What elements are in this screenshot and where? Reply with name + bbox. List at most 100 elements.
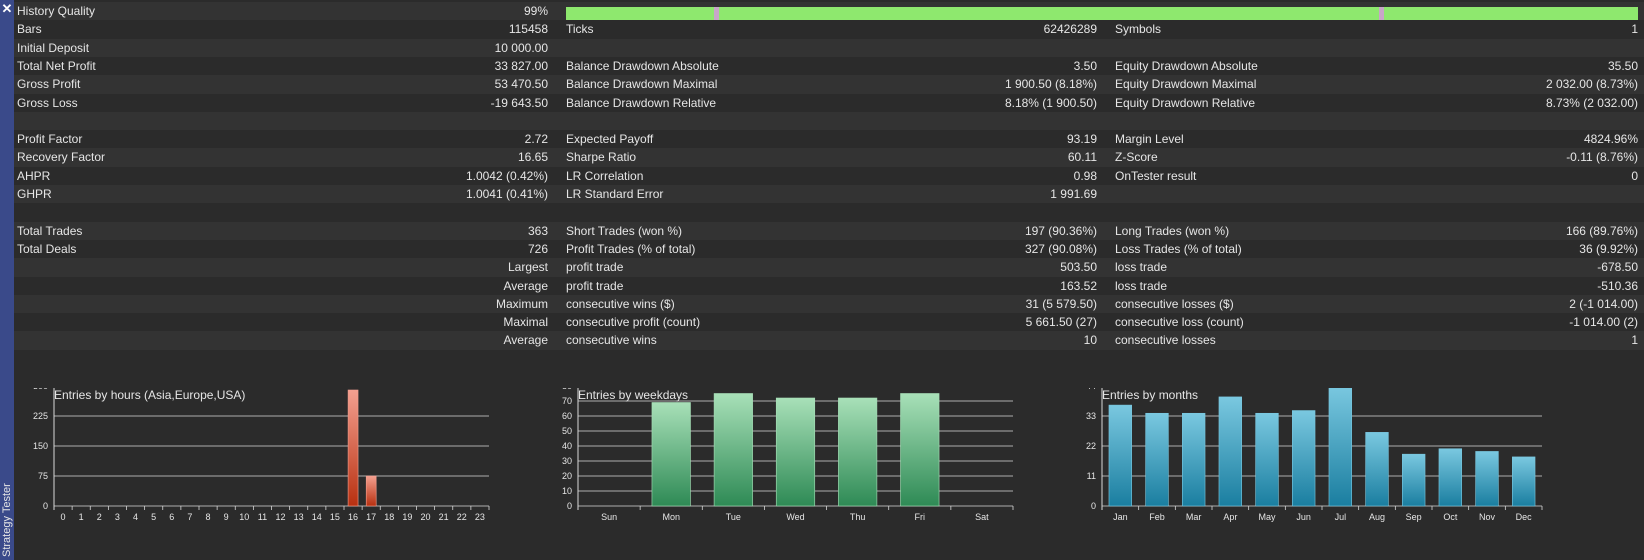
bar bbox=[713, 393, 753, 507]
metric-label: GHPR bbox=[17, 187, 52, 201]
metric-label: Total Net Profit bbox=[17, 58, 96, 73]
bar bbox=[1511, 456, 1536, 507]
metric-value: 2 (-1 014.00) bbox=[1569, 296, 1638, 311]
metric-label: Short Trades (won %) bbox=[566, 223, 683, 238]
x-tick-label: 7 bbox=[187, 512, 192, 522]
entries-by-months-chart: Entries by months 011223344JanFebMarAprM… bbox=[1062, 388, 1562, 560]
metric-value bbox=[1314, 350, 1638, 369]
metric-value: 5 661.50 (27) bbox=[1025, 315, 1097, 330]
report-panel: History Quality 99% Bars 115458 Ticks 62426… bbox=[14, 0, 1644, 560]
bar bbox=[900, 393, 940, 507]
metric-row-label: Average bbox=[503, 278, 548, 293]
metric-label: Total Trades bbox=[17, 223, 83, 238]
x-tick-label: 6 bbox=[169, 512, 174, 522]
metric-label bbox=[17, 350, 297, 369]
bar bbox=[1218, 396, 1242, 507]
metric-value: 115458 bbox=[508, 22, 548, 37]
x-tick-label: 13 bbox=[294, 512, 304, 522]
metric-label: consecutive profit (count) bbox=[566, 315, 701, 330]
metric-label: consecutive wins ($) bbox=[566, 296, 675, 311]
metric-label bbox=[17, 331, 297, 350]
x-tick-label: Wed bbox=[786, 512, 804, 522]
sidebar-title: Strategy Tester bbox=[1, 483, 13, 557]
bar bbox=[1365, 432, 1389, 507]
y-tick-label: 225 bbox=[33, 411, 48, 421]
metric-label bbox=[17, 112, 297, 131]
metric-label: Expected Payoff bbox=[566, 132, 654, 147]
metric-value bbox=[864, 39, 1097, 58]
bar bbox=[1475, 451, 1499, 507]
x-tick-label: 1 bbox=[79, 512, 84, 522]
metric-label: profit trade bbox=[566, 260, 624, 275]
history-quality-gap-marker bbox=[714, 7, 719, 20]
x-tick-label: Jan bbox=[1113, 512, 1128, 522]
x-tick-label: 3 bbox=[115, 512, 120, 522]
metric-label: Balance Drawdown Maximal bbox=[566, 77, 718, 92]
x-tick-label: 9 bbox=[224, 512, 229, 522]
stats-row bbox=[14, 111, 1644, 131]
metric-value: 166 (89.76%) bbox=[1565, 223, 1638, 238]
x-tick-label: Aug bbox=[1369, 512, 1385, 522]
stats-row: Recovery Factor 16.65 Sharpe Ratio 60.11 Z-S… bbox=[14, 148, 1644, 168]
stats-row: Maximal consecutive profit (count) 5 661.5… bbox=[14, 313, 1644, 333]
metric-label: Balance Drawdown Absolute bbox=[566, 58, 719, 73]
y-tick-label: 150 bbox=[33, 441, 48, 451]
metric-label bbox=[17, 203, 297, 222]
metric-value: 53 470.50 bbox=[494, 77, 548, 92]
stats-row: GHPR 1.0041 (0.41%) LR Standard Error 1 991… bbox=[14, 185, 1644, 204]
y-tick-label: 300 bbox=[33, 388, 48, 391]
bar bbox=[1145, 412, 1169, 507]
x-tick-label: Thu bbox=[850, 512, 866, 522]
history-quality-label: History Quality bbox=[17, 4, 96, 18]
metric-label bbox=[17, 258, 297, 277]
stats-row: Profit Factor 2.72 Expected Payoff 93.19 Mar… bbox=[14, 130, 1644, 150]
x-tick-label: Oct bbox=[1443, 512, 1458, 522]
close-icon[interactable]: ✕ bbox=[1, 2, 13, 15]
x-tick-label: 10 bbox=[239, 512, 249, 522]
bar bbox=[347, 389, 359, 507]
metric-value: 4824.96% bbox=[1583, 132, 1638, 147]
stats-row: Gross Loss -19 643.50 Balance Drawdown Rel… bbox=[14, 93, 1644, 113]
entries-by-weekdays-chart: Entries by weekdays 01020304050607080Sun… bbox=[538, 388, 1038, 560]
bar bbox=[1328, 388, 1353, 507]
bar bbox=[651, 402, 691, 507]
metric-label: Gross Profit bbox=[17, 77, 81, 92]
metric-value: 726 bbox=[527, 241, 548, 256]
metric-value bbox=[1314, 185, 1638, 204]
bar bbox=[775, 397, 816, 507]
metric-value: 1 bbox=[1631, 333, 1638, 348]
metric-value bbox=[304, 203, 548, 222]
metric-value: 163.52 bbox=[1060, 278, 1097, 293]
y-tick-label: 80 bbox=[562, 388, 572, 391]
y-tick-label: 44 bbox=[1086, 388, 1096, 391]
bar bbox=[838, 397, 878, 507]
metric-label: profit trade bbox=[566, 278, 624, 293]
y-tick-label: 0 bbox=[43, 501, 48, 511]
stats-row: Largest profit trade 503.50 loss trade -678.… bbox=[14, 258, 1644, 278]
x-tick-label: Fri bbox=[915, 512, 926, 522]
x-tick-label: Mar bbox=[1186, 512, 1202, 522]
metric-value: 1 991.69 bbox=[1050, 187, 1097, 201]
metric-label bbox=[17, 295, 297, 314]
metric-label: AHPR bbox=[17, 168, 51, 183]
x-tick-label: 15 bbox=[330, 512, 340, 522]
y-tick-label: 50 bbox=[562, 426, 572, 436]
x-tick-label: 5 bbox=[151, 512, 156, 522]
stats-row: AHPR 1.0042 (0.42%) LR Correlation 0.98 OnTe… bbox=[14, 166, 1644, 186]
x-tick-label: Tue bbox=[726, 512, 741, 522]
x-tick-label: 23 bbox=[475, 512, 485, 522]
x-tick-label: 21 bbox=[439, 512, 449, 522]
x-tick-label: 14 bbox=[312, 512, 322, 522]
bar bbox=[365, 475, 377, 507]
y-tick-label: 10 bbox=[562, 486, 572, 496]
x-tick-label: Jul bbox=[1335, 512, 1347, 522]
metric-label: Profit Factor bbox=[17, 132, 83, 147]
x-tick-label: Dec bbox=[1516, 512, 1533, 522]
x-tick-label: Sat bbox=[975, 512, 989, 522]
metric-value: -19 643.50 bbox=[490, 95, 548, 110]
history-quality-value: 99% bbox=[523, 4, 548, 18]
stats-row: Total Deals 726 Profit Trades (% of total)… bbox=[14, 239, 1644, 259]
x-tick-label: Feb bbox=[1149, 512, 1165, 522]
metric-value: 10 000.00 bbox=[494, 40, 548, 55]
x-tick-label: 0 bbox=[61, 512, 66, 522]
